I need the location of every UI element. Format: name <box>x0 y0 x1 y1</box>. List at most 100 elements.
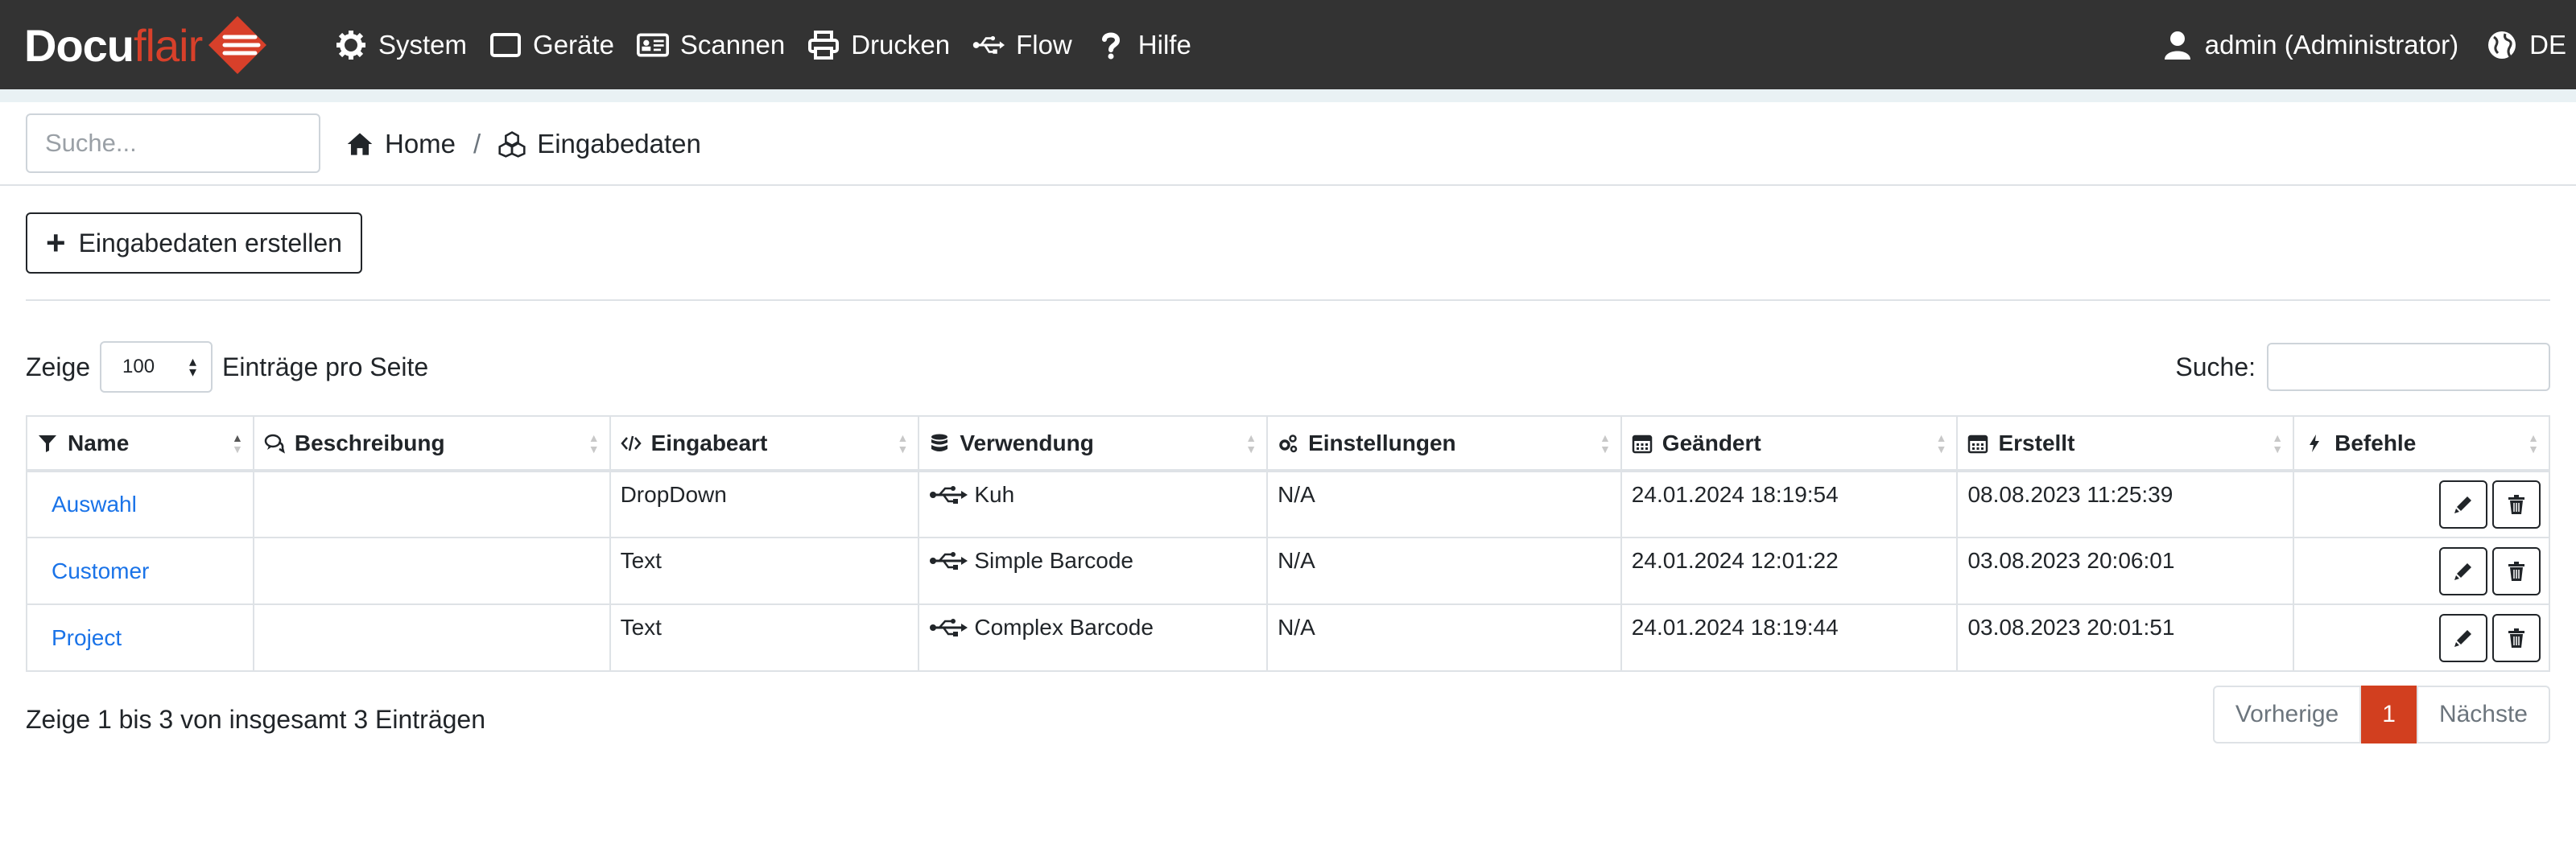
cell-description <box>252 537 611 605</box>
table-row: Project Text Complex Barcode N/A 24.01.2… <box>26 603 2550 672</box>
pagination-page-1[interactable]: 1 <box>2361 686 2417 743</box>
table-filter-label: Suche: <box>2175 352 2256 381</box>
cell-usage: Simple Barcode <box>918 537 1269 605</box>
create-input-data-button[interactable]: + Eingabedaten erstellen <box>26 212 362 274</box>
column-header-changed[interactable]: Geändert ▲ ▼ <box>1620 415 1959 472</box>
edit-button[interactable] <box>2439 546 2487 595</box>
gear-icon <box>335 29 367 61</box>
delete-button[interactable] <box>2492 613 2541 662</box>
page-length-prefix: Zeige <box>26 352 91 381</box>
trash-icon <box>2508 628 2524 648</box>
breadcrumb-home-label: Home <box>385 129 456 159</box>
trash-icon <box>2508 495 2524 514</box>
pencil-icon <box>2454 629 2471 647</box>
column-label: Eingabeart <box>650 430 768 455</box>
sort-icon: ▲ ▼ <box>897 430 909 455</box>
nav-right: admin (Administrator) DE <box>2134 0 2566 89</box>
table-row: Customer Text Simple Barcode N/A 24.01.2… <box>26 537 2550 605</box>
calendar-icon <box>1632 435 1653 453</box>
nav-geraete-label: Geräte <box>533 29 614 60</box>
sort-icon: ▲ ▼ <box>1935 430 1947 455</box>
pagination-previous[interactable]: Vorherige <box>2212 686 2362 743</box>
language-selector[interactable]: DE <box>2486 29 2566 61</box>
delete-button[interactable] <box>2492 480 2541 529</box>
nav-drucken-label: Drucken <box>851 29 951 60</box>
usage-label: Complex Barcode <box>974 615 1154 640</box>
top-navbar: Docu flair System Geräte Scannen Drucken… <box>0 0 2576 89</box>
column-header-description[interactable]: Beschreibung ▲ ▼ <box>252 415 611 472</box>
cell-usage: Kuh <box>918 470 1269 538</box>
code-icon <box>620 435 642 451</box>
usb-icon <box>972 29 1005 61</box>
breadcrumb-home[interactable]: Home <box>346 129 456 159</box>
cubes-icon <box>498 131 526 158</box>
nav-scannen[interactable]: Scannen <box>636 0 785 89</box>
user-icon <box>2164 31 2190 60</box>
cell-input-type: Text <box>609 537 920 605</box>
column-label: Beschreibung <box>294 430 445 455</box>
filter-icon <box>39 435 56 452</box>
usage-label: Simple Barcode <box>974 548 1133 573</box>
sort-icon: ▲ ▼ <box>1599 430 1611 455</box>
column-label: Geändert <box>1662 430 1761 455</box>
column-label: Name <box>68 430 130 455</box>
table-filter: Suche: <box>2175 341 2550 393</box>
table-row: Auswahl DropDown Kuh N/A 24.01.2024 18:1… <box>26 470 2550 538</box>
edit-button[interactable] <box>2439 480 2487 529</box>
nav-flow-label: Flow <box>1016 29 1072 60</box>
sort-icon: ▲ ▼ <box>1245 430 1257 455</box>
column-header-input-type[interactable]: Eingabeart ▲ ▼ <box>609 415 920 472</box>
nav-drucken[interactable]: Drucken <box>807 0 950 89</box>
column-header-name[interactable]: Name ▲ ▼ <box>26 415 254 472</box>
nav-geraete[interactable]: Geräte <box>489 0 614 89</box>
row-name-link[interactable]: Project <box>52 625 122 650</box>
page-length-control: Zeige 100 ▴ ▾ Einträge pro Seite <box>26 341 428 393</box>
cell-usage: Complex Barcode <box>918 603 1269 672</box>
cogs-icon <box>1279 434 1298 452</box>
cell-changed: 24.01.2024 18:19:54 <box>1620 470 1959 538</box>
column-label: Erstellt <box>1998 430 2075 455</box>
user-menu[interactable]: admin (Administrator) <box>2161 29 2458 61</box>
nav-flow[interactable]: Flow <box>972 0 1072 89</box>
row-name-link[interactable]: Auswahl <box>52 492 137 517</box>
cell-name: Customer <box>26 537 254 605</box>
main-nav: System Geräte Scannen Drucken Flow Hilfe <box>335 0 1214 89</box>
bolt-icon <box>2310 434 2320 452</box>
create-input-data-label: Eingabedaten erstellen <box>78 228 342 257</box>
sort-icon: ▲ ▼ <box>588 430 600 455</box>
column-header-usage[interactable]: Verwendung ▲ ▼ <box>918 415 1269 472</box>
usb-icon <box>930 619 968 636</box>
nav-system[interactable]: System <box>335 0 467 89</box>
sort-icon: ▲ ▼ <box>2272 430 2284 455</box>
sort-icon: ▲ ▼ <box>231 430 243 455</box>
table-info: Zeige 1 bis 3 von insgesamt 3 Einträgen <box>26 705 485 734</box>
plus-icon: + <box>46 224 66 262</box>
home-icon <box>347 133 373 155</box>
nav-hilfe[interactable]: Hilfe <box>1095 0 1191 89</box>
row-name-link[interactable]: Customer <box>52 558 149 583</box>
cell-name: Auswahl <box>26 470 254 538</box>
edit-button[interactable] <box>2439 613 2487 662</box>
table-search-input[interactable] <box>2267 343 2550 391</box>
navbar-accent-strip <box>0 89 2576 102</box>
breadcrumb: Home / Eingabedaten <box>346 102 701 186</box>
delete-button[interactable] <box>2492 546 2541 595</box>
search-input[interactable] <box>26 113 320 173</box>
pencil-icon <box>2454 562 2471 580</box>
column-header-created[interactable]: Erstellt ▲ ▼ <box>1956 415 2295 472</box>
comments-icon <box>264 434 285 454</box>
page-length-select[interactable]: 100 ▴ ▾ <box>100 341 213 393</box>
user-name: admin (Administrator) <box>2204 29 2459 60</box>
column-header-commands[interactable]: Befehle ▲ ▼ <box>2293 415 2550 472</box>
database-icon <box>931 434 948 451</box>
calendar-icon <box>1968 435 1988 453</box>
breadcrumb-current-label: Eingabedaten <box>537 129 701 159</box>
input-data-table: Name ▲ ▼ Beschreibung ▲ ▼ Eingabeart ▲ ▼ Ve… <box>26 415 2550 672</box>
page-length-value: 100 <box>122 356 155 377</box>
cell-changed: 24.01.2024 12:01:22 <box>1620 537 1959 605</box>
pagination-next[interactable]: Nächste <box>2416 686 2550 743</box>
printer-icon <box>807 29 840 61</box>
docuflair-logo[interactable]: Docu flair <box>24 13 270 77</box>
trash-icon <box>2508 561 2524 581</box>
column-header-settings[interactable]: Einstellungen ▲ ▼ <box>1266 415 1622 472</box>
